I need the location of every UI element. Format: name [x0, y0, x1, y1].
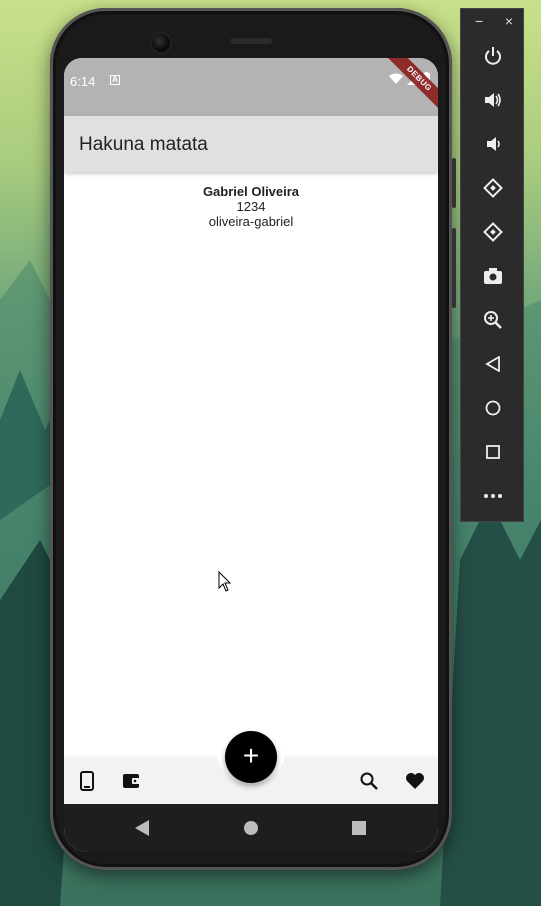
phone-icon[interactable]: [76, 770, 98, 792]
profile-id: 1234: [236, 199, 266, 214]
rotate-left-icon[interactable]: [481, 176, 505, 200]
camera-icon[interactable]: [481, 264, 505, 288]
nav-overview-icon[interactable]: [349, 818, 369, 838]
android-nav-bar: [64, 804, 438, 852]
close-button[interactable]: ×: [505, 13, 513, 29]
profile-username: oliveira-gabriel: [208, 214, 294, 229]
side-button-volume[interactable]: [452, 228, 456, 308]
phone-screen: 6:14 A DEBUG Hakuna matata Gabriel Olive…: [64, 58, 438, 852]
more-icon[interactable]: [481, 484, 505, 508]
status-bar: 6:14 A DEBUG: [64, 58, 438, 116]
notification-icon: A: [110, 75, 120, 85]
phone-top-bezel: [50, 8, 452, 58]
zoom-icon[interactable]: [481, 308, 505, 332]
add-button[interactable]: +: [225, 731, 277, 783]
nav-home-icon[interactable]: [241, 818, 261, 838]
mouse-cursor-icon: [218, 571, 232, 592]
volume-down-icon[interactable]: [481, 132, 505, 156]
debug-banner: DEBUG: [382, 58, 438, 116]
app-title: Hakuna matata: [79, 134, 208, 155]
home-icon[interactable]: [481, 396, 505, 420]
front-camera-icon: [152, 34, 170, 52]
heart-icon[interactable]: [404, 770, 426, 792]
profile-name: Gabriel Oliveira: [202, 184, 300, 199]
volume-up-icon[interactable]: [481, 88, 505, 112]
emulator-toolbar: − ×: [460, 8, 524, 522]
rotate-right-icon[interactable]: [481, 220, 505, 244]
profile-card: Gabriel Oliveira 1234 oliveira-gabriel: [64, 184, 438, 229]
earpiece-speaker: [230, 38, 272, 44]
toolbar-header: − ×: [461, 9, 523, 35]
status-time: 6:14: [70, 74, 96, 89]
back-icon[interactable]: [481, 352, 505, 376]
wallet-icon[interactable]: [121, 770, 143, 792]
side-button-power[interactable]: [452, 158, 456, 208]
nav-back-icon[interactable]: [132, 818, 152, 838]
overview-icon[interactable]: [481, 440, 505, 464]
search-icon[interactable]: [358, 770, 380, 792]
power-icon[interactable]: [481, 44, 505, 68]
app-bar: Hakuna matata: [64, 116, 438, 172]
minimize-button[interactable]: −: [475, 13, 483, 29]
wifi-icon: [389, 73, 403, 84]
phone-frame: 6:14 A DEBUG Hakuna matata Gabriel Olive…: [50, 8, 456, 870]
